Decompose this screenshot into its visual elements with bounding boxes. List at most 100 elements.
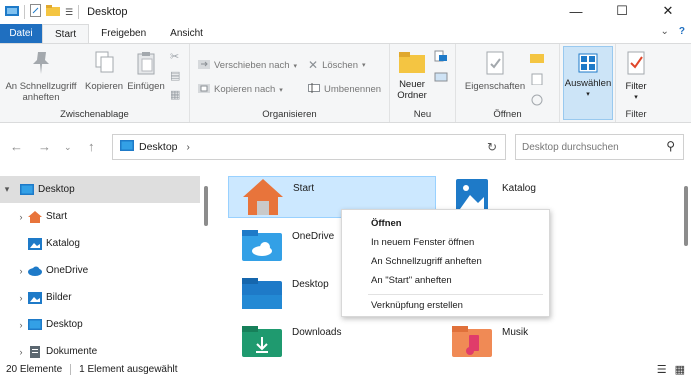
pin-icon [30,50,52,79]
sidebar-item-onedrive[interactable]: › OneDrive [0,257,200,284]
expand-chevron-icon[interactable]: › [14,293,28,303]
new-group-label: Neu [413,109,432,120]
filter-icon [625,50,647,79]
customize-toolbar-icon[interactable]: ☰ [65,7,73,18]
file-item-label: Start [293,182,315,194]
organize-group-label: Organisieren [262,109,317,120]
properties-icon [484,50,506,79]
tiles-view-icon[interactable]: ▦ [675,363,685,376]
desktop-folder-icon [238,273,286,313]
edit-icon[interactable] [530,73,544,88]
search-placeholder: Desktop durchsuchen [522,141,619,153]
content-scrollbar[interactable] [684,186,688,246]
help-icon[interactable]: ? [679,26,685,37]
up-icon[interactable]: ↑ [88,139,95,154]
expand-chevron-icon[interactable]: › [14,320,28,330]
select-button[interactable]: Auswählen ▾ [563,46,613,120]
sidebar-item-start[interactable]: › Start [0,203,200,230]
gallery-icon [28,237,42,250]
status-bar: 20 Elemente 1 Element ausgewählt ☰ ▦ [0,361,691,378]
recent-locations-icon[interactable]: ⌄ [64,142,72,153]
file-item-label: OneDrive [292,230,335,242]
quick-access-toolbar: ☰ [0,0,80,24]
copy-button[interactable]: Kopieren [82,50,126,92]
history-icon[interactable] [530,94,544,109]
music-folder-icon [448,321,496,361]
open-group-label: Öffnen [493,109,522,120]
address-bar[interactable]: Desktop › ↻ [112,134,506,160]
file-item-label: Downloads [292,326,342,338]
expand-chevron-icon[interactable]: › [14,212,28,222]
pin-quick-access-button[interactable]: An Schnellzugriff anheften [4,50,78,103]
organize-group: Verschieben nach ▾ Kopieren nach ▾ ✕ Lös… [190,44,390,122]
sidebar-item-desktop-folder[interactable]: › Desktop [0,311,200,338]
delete-icon: ✕ [308,58,319,72]
maximize-icon[interactable]: ☐ [599,0,645,22]
close-icon[interactable]: ✕ [645,0,691,22]
clipboard-group: An Schnellzugriff anheften Kopieren Einf… [0,44,190,122]
path-chevron-icon[interactable]: › [187,142,190,153]
filter-button[interactable]: Filter ▾ [618,50,654,103]
back-icon[interactable]: ← [10,139,23,154]
rename-icon [308,82,320,97]
properties-button[interactable]: Eigenschaften [462,50,528,92]
cut-icon[interactable]: ✂ [170,50,180,63]
file-item-downloads[interactable]: Downloads [228,320,436,362]
new-item-icon[interactable] [434,50,448,65]
selection-count: 1 Element ausgewählt [79,364,178,375]
search-box[interactable]: Desktop durchsuchen ⚲ [515,134,684,160]
ribbon-tabs: Datei Start Freigeben Ansicht ⌄ ? [0,24,691,43]
easy-access-icon[interactable] [434,71,448,86]
menu-item-pin-quick-access[interactable]: An Schnellzugriff anheften [371,253,482,269]
home-icon [28,210,42,223]
new-folder-button[interactable]: Neuer Ordner [392,50,432,101]
expand-chevron-icon[interactable]: › [14,266,28,276]
tab-start[interactable]: Start [42,24,90,43]
rename-label: Umbenennen [324,84,382,95]
paste-shortcut-icon[interactable]: ▦ [170,88,180,101]
copy-icon [93,50,115,79]
sidebar-item-bilder[interactable]: › Bilder [0,284,200,311]
sidebar-item-label: Desktop [46,319,83,330]
context-menu: Öffnen In neuem Fenster öffnen An Schnel… [341,209,550,317]
open-icon[interactable] [530,52,544,67]
forward-icon[interactable]: → [38,139,51,154]
sidebar-item-desktop[interactable]: ▾ Desktop [0,176,200,203]
address-path[interactable]: Desktop [139,141,178,153]
collapse-ribbon-icon[interactable]: ⌄ [661,26,669,37]
menu-item-open-new-window[interactable]: In neuem Fenster öffnen [371,234,474,250]
tab-file[interactable]: Datei [0,24,42,43]
menu-item-pin-start[interactable]: An "Start" anheften [371,272,452,288]
window-controls: — ☐ ✕ [553,0,691,22]
sidebar-item-label: Start [46,211,68,222]
expand-chevron-icon[interactable]: › [14,347,28,357]
details-view-icon[interactable]: ☰ [657,363,667,376]
refresh-icon[interactable]: ↻ [487,140,497,154]
collapse-chevron-icon[interactable]: ▾ [0,184,14,195]
file-item-musik[interactable]: Musik [438,320,646,362]
tab-view[interactable]: Ansicht [158,24,215,43]
rename-button[interactable]: Umbenennen [308,82,381,97]
properties-quick-icon[interactable] [30,4,41,20]
new-folder-quick-icon[interactable] [46,5,60,19]
paste-button[interactable]: Einfügen [124,50,168,92]
sidebar-item-label: Dokumente [46,346,98,357]
menu-item-open[interactable]: Öffnen [371,215,402,231]
tab-share[interactable]: Freigeben [89,24,158,43]
sidebar-scrollbar[interactable] [204,186,208,226]
pictures-icon [28,291,42,304]
copy-path-icon[interactable]: ▤ [170,69,180,82]
desktop-folder-icon [28,318,42,331]
copy-label: Kopieren [84,81,124,92]
pin-quick-access-label: An Schnellzugriff anheften [5,81,77,103]
sidebar-item-katalog[interactable]: Katalog [0,230,200,257]
search-icon: ⚲ [666,139,675,153]
minimize-icon[interactable]: — [553,0,599,22]
new-folder-icon [399,50,425,77]
onedrive-folder-icon [238,225,286,265]
sidebar-item-label: Desktop [38,184,75,195]
copy-to-button[interactable]: Kopieren nach ▾ [198,82,283,97]
delete-button[interactable]: ✕ Löschen ▾ [308,58,366,72]
menu-item-create-shortcut[interactable]: Verknüpfung erstellen [371,297,463,313]
move-to-button[interactable]: Verschieben nach ▾ [198,58,297,73]
